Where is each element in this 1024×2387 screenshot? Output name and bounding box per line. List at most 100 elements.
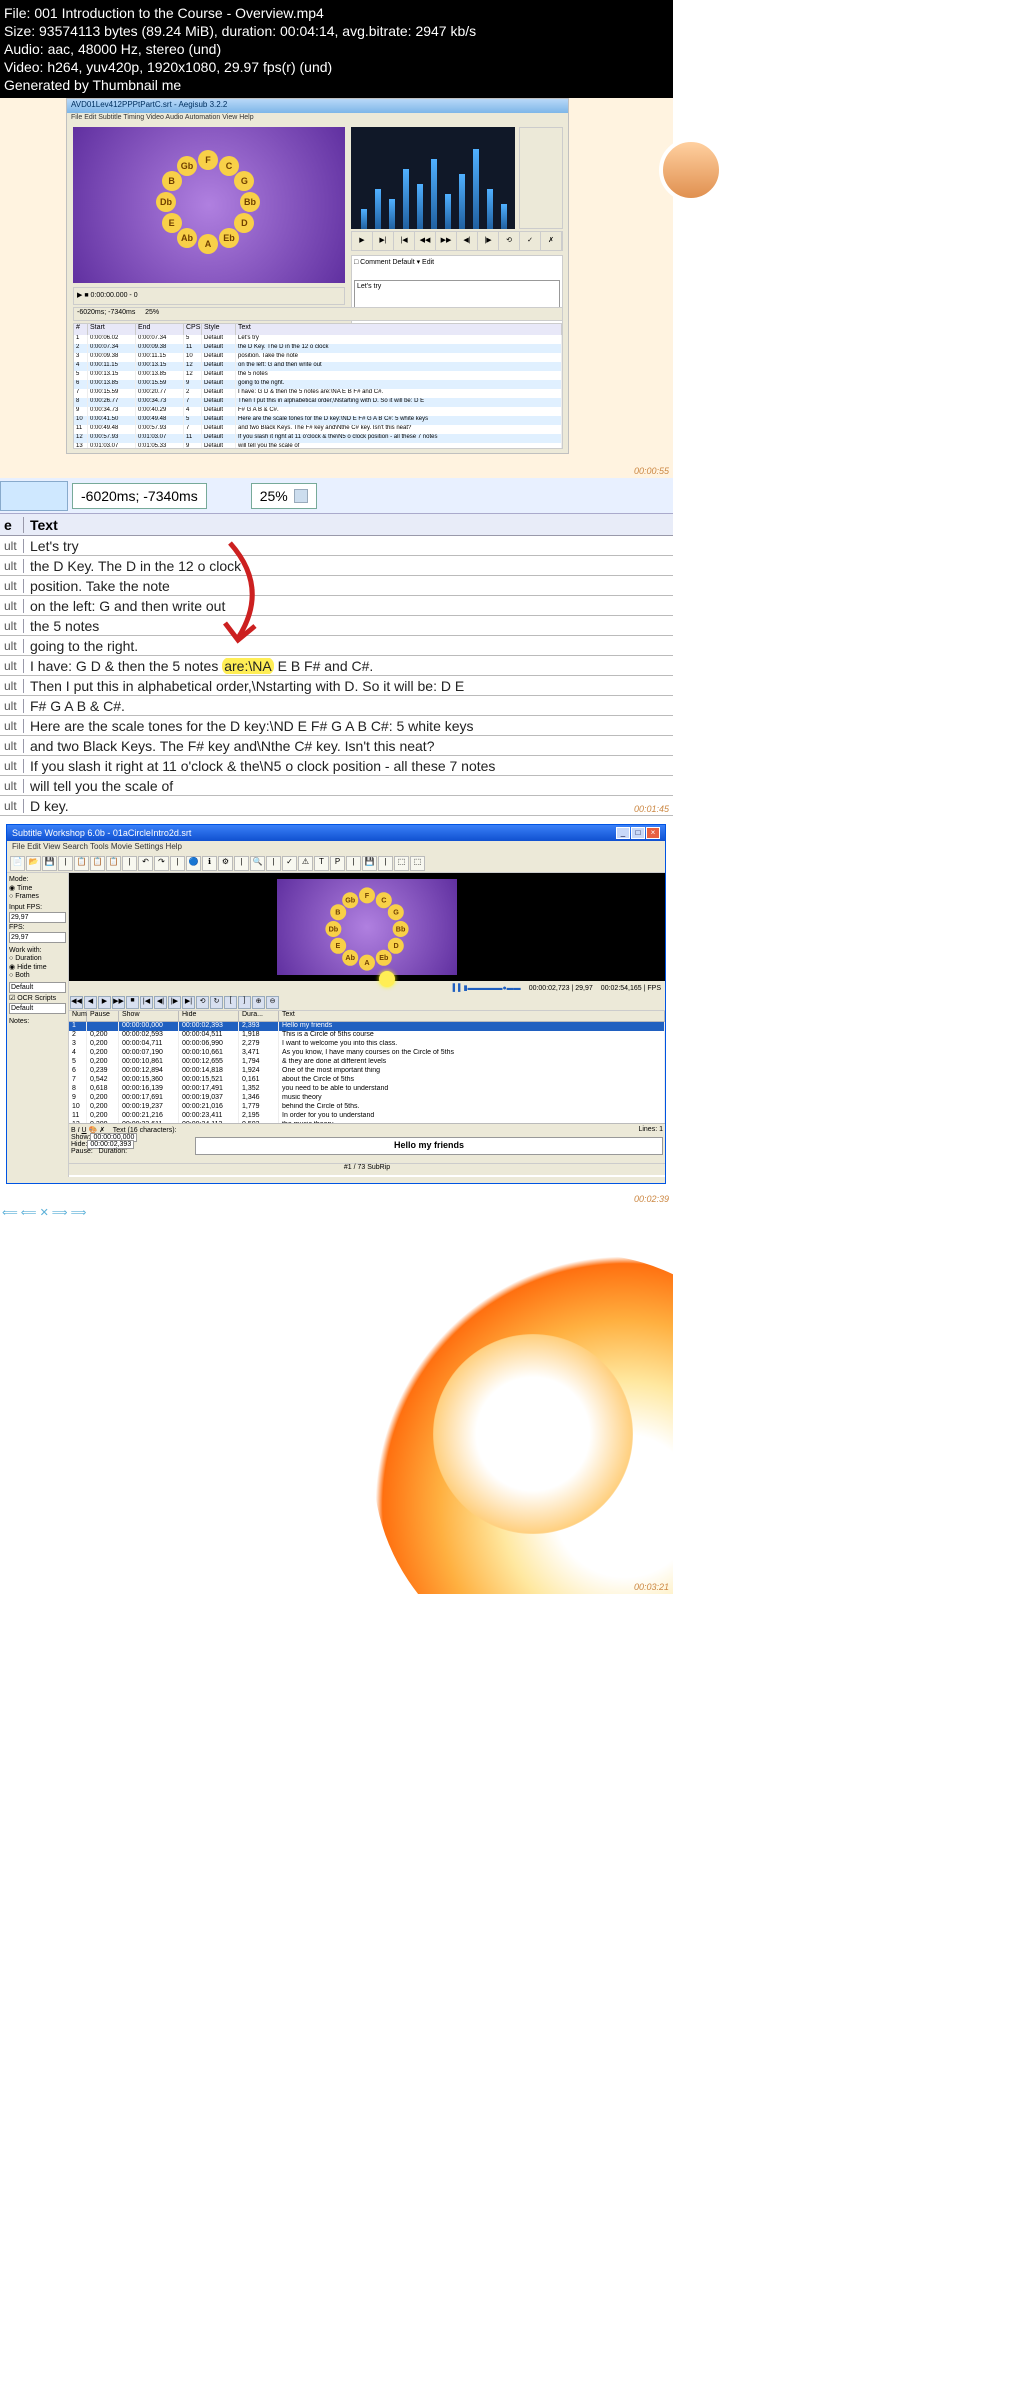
timestamp: 00:01:45 (634, 804, 669, 814)
audio-waveform[interactable] (351, 127, 515, 229)
highlighted-text: are:\NA (222, 658, 273, 674)
zoom-dropdown[interactable]: 25% (251, 483, 317, 509)
note-Eb: Eb (376, 950, 392, 966)
edit-panel[interactable]: B I U 🎨 ✗ Text (16 characters): Lines: 1… (69, 1123, 665, 1163)
subtitle-workshop-window: Subtitle Workshop 6.0b - 01aCircleIntro2… (6, 824, 666, 1184)
table-row[interactable]: ultposition. Take the note (0, 576, 673, 596)
note-A: A (359, 955, 375, 971)
table-row[interactable]: ultand two Black Keys. The F# key and\Nt… (0, 736, 673, 756)
note-F: F (359, 887, 375, 903)
thumbnail-2: -6020ms; -7340ms 25% e Text ultLet's try… (0, 478, 673, 816)
list-item[interactable]: 30,20000:00:04,71100:00:06,9902,279I wan… (69, 1040, 665, 1049)
subtitle-text-input[interactable]: Hello my friends (195, 1137, 663, 1155)
table-row[interactable]: ultD key. (0, 796, 673, 816)
table-row[interactable]: 60:00:13.850:00:15.599Defaultgoing to th… (74, 380, 562, 389)
table-row[interactable]: 130:01:03.070:01:05.339Defaultwill tell … (74, 443, 562, 449)
note-Gb: Gb (177, 156, 197, 176)
minimize-button[interactable]: _ (616, 827, 630, 839)
table-row[interactable]: ultthe D Key. The D in the 12 o clock (0, 556, 673, 576)
media-info-panel: File: 001 Introduction to the Course - O… (0, 0, 673, 98)
note-Bb: Bb (393, 921, 409, 937)
note-F: F (198, 150, 218, 170)
table-row[interactable]: 70:00:15.590:00:20.772DefaultI have: G D… (74, 389, 562, 398)
thumbnail-3: Subtitle Workshop 6.0b - 01aCircleIntro2… (0, 816, 673, 1206)
table-row[interactable]: 120:00:57.930:01:03.0711DefaultIf you sl… (74, 434, 562, 443)
table-row[interactable]: ultgoing to the right. (0, 636, 673, 656)
subtitle-list[interactable]: NumPauseShowHideDura...Text 100:00:00,00… (69, 1011, 665, 1123)
table-row[interactable]: ultwill tell you the scale of (0, 776, 673, 796)
note-D: D (388, 938, 404, 954)
video-preview: FCGBbDEbAAbEDbBGb (73, 127, 345, 283)
list-item[interactable]: 90,20000:00:17,69100:00:19,0371,346music… (69, 1094, 665, 1103)
ms-offset-field[interactable]: -6020ms; -7340ms (72, 483, 207, 509)
note-Ab: Ab (177, 228, 197, 248)
timestamp: 00:02:39 (634, 1194, 669, 1204)
audio-line: Audio: aac, 48000 Hz, stereo (und) (4, 40, 669, 58)
table-row[interactable]: ulton the left: G and then write out (0, 596, 673, 616)
maximize-button[interactable]: □ (631, 827, 645, 839)
table-row[interactable]: 30:00:09.380:00:11.1510Defaultposition. … (74, 353, 562, 362)
subtitle-grid[interactable]: #StartEndCPSStyleText 10:00:06.020:00:07… (73, 323, 563, 449)
list-item[interactable]: 100:00:00,00000:00:02,3932,393Hello my f… (69, 1022, 665, 1031)
note-C: C (219, 156, 239, 176)
note-E: E (330, 938, 346, 954)
table-row[interactable]: 40:00:11.150:00:13.1512Defaulton the lef… (74, 362, 562, 371)
playback-controls[interactable]: ◀◀◀▶▶▶■ |◀◀||▶▶| ⟲↻[]⊕⊖ (69, 995, 665, 1011)
audio-sliders[interactable] (519, 127, 563, 229)
note-Eb: Eb (219, 228, 239, 248)
table-row[interactable]: 80:00:26.770:00:34.737DefaultThen I put … (74, 398, 562, 407)
note-Db: Db (156, 192, 176, 212)
note-Db: Db (325, 921, 341, 937)
list-item[interactable]: 100,20000:00:19,23700:00:21,0161,779behi… (69, 1103, 665, 1112)
table-row[interactable]: 100:00:41.500:00:49.485DefaultHere are t… (74, 416, 562, 425)
note-Bb: Bb (240, 192, 260, 212)
timestamp: 00:03:21 (634, 1582, 669, 1592)
note-B: B (162, 171, 182, 191)
time-display: ▍▍▮▬▬▬▬▬●▬▬ 00:00:02,723 | 29,9700:02:54… (69, 981, 665, 995)
list-item[interactable]: 80,61800:00:16,13900:00:17,4911,352you n… (69, 1085, 665, 1094)
table-row[interactable]: ultLet's try (0, 536, 673, 556)
side-panel[interactable]: Mode: ◉ Time ○ Frames Input FPS: 29,97 F… (7, 873, 69, 1177)
table-row[interactable]: 10:00:06.020:00:07.345DefaultLet's try (74, 335, 562, 344)
timing-bar: -6020ms; -7340ms 25% (73, 307, 563, 321)
table-row[interactable]: ultIf you slash it right at 11 o'clock &… (0, 756, 673, 776)
file-line: File: 001 Introduction to the Course - O… (4, 4, 669, 22)
thumbnail-4: ⟸⟸ ✕⟹⟹ 00:03:21 (0, 1206, 673, 1594)
menu-bar[interactable]: File Edit View Search Tools Movie Settin… (7, 841, 665, 855)
menu-bar[interactable]: File Edit Subtitle Timing Video Audio Au… (67, 113, 568, 125)
list-item[interactable]: 70,54200:00:15,36000:00:15,5210,161about… (69, 1076, 665, 1085)
note-D: D (234, 213, 254, 233)
table-row[interactable]: 110:00:49.480:00:57.937Defaultand two Bl… (74, 425, 562, 434)
note-E: E (162, 213, 182, 233)
audio-buttons[interactable]: ▶▶||◀◀◀ ▶▶◀||▶⟲ ✓✗ (351, 231, 563, 251)
list-item[interactable]: 50,20000:00:10,86100:00:12,6551,794& the… (69, 1058, 665, 1067)
list-item[interactable]: 40,20000:00:07,19000:00:10,6613,471As yo… (69, 1049, 665, 1058)
nav-arrows[interactable]: ⟸⟸ ✕⟹⟹ (2, 1206, 86, 1219)
list-item[interactable]: 60,23900:00:12,89400:00:14,8181,924One o… (69, 1067, 665, 1076)
video-line: Video: h264, yuv420p, 1920x1080, 29.97 f… (4, 58, 669, 76)
list-item[interactable]: 20,20000:00:02,59300:00:04,5111,918This … (69, 1031, 665, 1040)
gradient-swirl-inner (433, 1334, 633, 1534)
note-Gb: Gb (342, 892, 358, 908)
col-style: e (0, 517, 24, 533)
table-row[interactable]: ultthe 5 notes (0, 616, 673, 636)
table-row[interactable]: 50:00:13.150:00:13.8512Defaultthe 5 note… (74, 371, 562, 380)
aegisub-window: AVD01Lev412PPPtPartC.srt - Aegisub 3.2.2… (66, 98, 569, 454)
video-preview: FCGBbDEbAAbEDbBGb (69, 873, 665, 981)
table-row[interactable]: 20:00:07.340:00:09.3811Defaultthe D Key.… (74, 344, 562, 353)
window-title-bar: Subtitle Workshop 6.0b - 01aCircleIntro2… (7, 825, 665, 841)
thumbnail-1: AVD01Lev412PPPtPartC.srt - Aegisub 3.2.2… (0, 98, 673, 478)
video-controls[interactable]: ▶ ■ 0:00:00.000 - 0 (73, 287, 345, 305)
toolbar[interactable]: 📄📂💾|📋📋📋| ↶↷|🔵ℹ⚙| 🔍|✓⚠TP| 💾|⬚⬚ (7, 855, 665, 873)
close-button[interactable]: × (646, 827, 660, 839)
table-row[interactable]: ultThen I put this in alphabetical order… (0, 676, 673, 696)
list-item[interactable]: 110,20000:00:21,21600:00:23,4112,195In o… (69, 1112, 665, 1121)
window-title: AVD01Lev412PPPtPartC.srt - Aegisub 3.2.2 (67, 99, 568, 113)
status-bar: #1 / 73 SubRip (69, 1163, 665, 1175)
table-row[interactable]: ultF# G A B & C#. (0, 696, 673, 716)
table-row[interactable]: 90:00:34.730:00:40.294DefaultF# G A B & … (74, 407, 562, 416)
list-item[interactable]: 120,20000:00:23,61100:00:24,1130,502the … (69, 1121, 665, 1123)
table-row[interactable]: ultI have: G D & then the 5 notes are:\N… (0, 656, 673, 676)
table-row[interactable]: ultHere are the scale tones for the D ke… (0, 716, 673, 736)
avatar (659, 138, 723, 202)
